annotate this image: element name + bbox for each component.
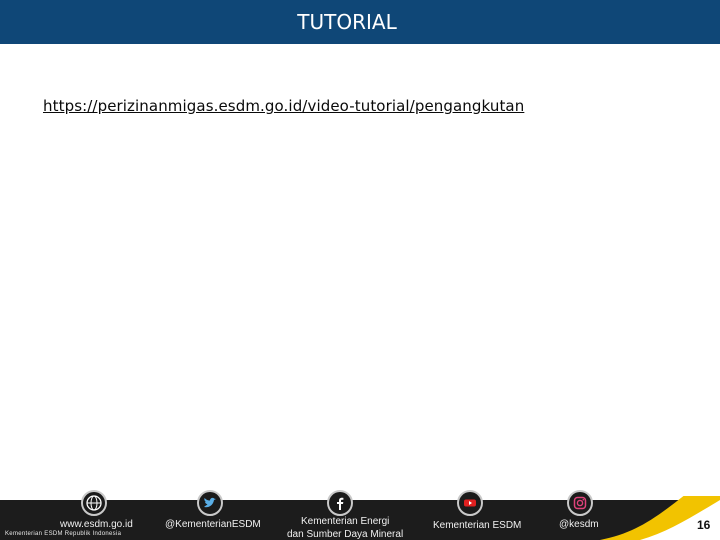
footer-facebook-line1[interactable]: Kementerian Energi [301, 516, 389, 527]
slide-header: TUTORIAL [0, 0, 720, 44]
footer-facebook-line2[interactable]: dan Sumber Daya Mineral [287, 529, 403, 540]
page-number: 16 [697, 518, 711, 532]
instagram-icon[interactable] [567, 490, 593, 516]
footer-website[interactable]: www.esdm.go.id [60, 519, 133, 530]
footer-youtube[interactable]: Kementerian ESDM [433, 520, 521, 531]
footer-instagram[interactable]: @kesdm [559, 519, 599, 530]
facebook-icon[interactable] [327, 490, 353, 516]
tutorial-link[interactable]: https://perizinanmigas.esdm.go.id/video-… [43, 97, 524, 115]
youtube-icon[interactable] [457, 490, 483, 516]
slide-title: TUTORIAL [297, 10, 397, 34]
twitter-icon[interactable] [197, 490, 223, 516]
globe-icon[interactable] [81, 490, 107, 516]
footer-agency: Kementerian ESDM Republik Indonesia [5, 531, 122, 537]
footer-twitter[interactable]: @KementerianESDM [165, 519, 261, 530]
